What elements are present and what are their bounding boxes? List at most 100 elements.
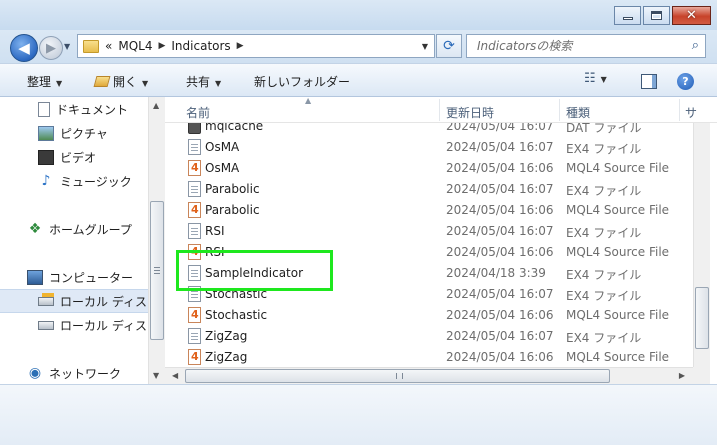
file-name: ZigZag <box>205 329 248 343</box>
breadcrumb-indicators[interactable]: Indicators <box>171 39 230 53</box>
file-type: EX4 ファイル <box>566 268 642 282</box>
change-view-button[interactable]: ☷ ▼ <box>584 71 607 86</box>
file-name: Parabolic <box>205 203 260 217</box>
file-list-vertical-scrollbar[interactable] <box>693 97 710 384</box>
scroll-up-icon[interactable]: ▲ <box>153 101 159 110</box>
column-divider[interactable] <box>439 99 440 121</box>
column-type[interactable]: 種類 <box>566 104 590 121</box>
file-row[interactable]: OsMA 2024/05/04 16:06 MQL4 Source File <box>165 157 695 178</box>
sidebar-item[interactable]: ローカル ディス <box>0 313 148 337</box>
open-menu[interactable]: 開く ▼ <box>93 73 149 90</box>
sidebar-item[interactable]: ◉ ネットワーク <box>0 361 148 384</box>
scrollbar-thumb[interactable] <box>695 287 709 349</box>
new-folder-button[interactable]: 新しいフォルダー <box>254 73 350 90</box>
file-row[interactable]: OsMA 2024/05/04 16:07 EX4 ファイル <box>165 136 695 157</box>
forward-button[interactable]: ▶ <box>39 36 63 60</box>
sidebar-item[interactable]: コンピューター <box>0 265 148 289</box>
preview-pane-button[interactable] <box>641 74 657 89</box>
close-button[interactable]: ✕ <box>672 6 711 25</box>
column-size[interactable]: サ <box>685 104 697 121</box>
file-type: MQL4 Source File <box>566 161 670 175</box>
organize-menu[interactable]: 整理 ▼ <box>27 73 62 90</box>
search-icon[interactable]: ⌕ <box>692 38 699 53</box>
file-row[interactable]: ZigZag 2024/05/04 16:06 MQL4 Source File <box>165 346 695 367</box>
local-disk-icon <box>38 320 54 330</box>
search-box[interactable]: ⌕ <box>466 34 706 58</box>
file-row[interactable]: Stochastic 2024/05/04 16:07 EX4 ファイル <box>165 283 695 304</box>
breadcrumb-separator-icon[interactable]: ▶ <box>158 41 165 51</box>
file-row[interactable]: Parabolic 2024/05/04 16:06 MQL4 Source Fil… <box>165 199 695 220</box>
file-list-horizontal-scrollbar[interactable]: ◀ ▶ <box>165 367 693 384</box>
address-dropdown-icon[interactable]: ▼ <box>422 42 428 51</box>
scrollbar-thumb[interactable] <box>185 369 610 383</box>
sidebar-item[interactable]: ♪ ミュージック <box>0 169 148 193</box>
file-row[interactable]: RSI 2024/05/04 16:07 EX4 ファイル <box>165 220 695 241</box>
scrollbar-thumb[interactable] <box>150 201 164 340</box>
ex4-file-icon <box>188 286 201 302</box>
forward-arrow-icon: ▶ <box>46 40 56 56</box>
grip-icon <box>396 373 403 379</box>
maximize-button[interactable] <box>643 6 670 25</box>
column-name[interactable]: 名前 <box>186 104 210 121</box>
scroll-down-icon[interactable]: ▼ <box>153 371 159 380</box>
sidebar-item[interactable]: ❖ ホームグループ <box>0 217 148 241</box>
back-button[interactable]: ◀ <box>10 34 38 62</box>
close-icon: ✕ <box>686 8 697 23</box>
sidebar-item[interactable]: ローカル ディス <box>0 289 148 313</box>
sidebar-item-label: ビデオ <box>60 150 97 165</box>
address-bar[interactable]: « MQL4 ▶ Indicators ▶ ▼ <box>77 34 435 58</box>
search-input[interactable] <box>467 35 672 57</box>
file-date: 2024/05/04 16:06 <box>446 245 554 259</box>
file-type: EX4 ファイル <box>566 184 642 198</box>
refresh-icon: ⟳ <box>443 38 455 54</box>
share-menu[interactable]: 共有 ▼ <box>186 73 221 90</box>
file-row[interactable]: Parabolic 2024/05/04 16:07 EX4 ファイル <box>165 178 695 199</box>
file-type: EX4 ファイル <box>566 142 642 156</box>
help-button[interactable]: ? <box>677 73 694 90</box>
music-icon: ♪ <box>41 173 51 189</box>
refresh-button[interactable]: ⟳ <box>436 34 462 58</box>
column-date[interactable]: 更新日時 <box>446 104 494 121</box>
column-divider[interactable] <box>559 99 560 121</box>
organize-label: 整理 <box>27 75 52 89</box>
new-folder-label: 新しいフォルダー <box>254 75 351 89</box>
chevron-down-icon: ▼ <box>56 79 63 88</box>
chevron-down-icon: ▼ <box>600 75 607 84</box>
scroll-left-icon[interactable]: ◀ <box>172 371 178 380</box>
file-type: MQL4 Source File <box>566 350 670 364</box>
breadcrumb-mql4[interactable]: MQL4 <box>118 39 152 53</box>
column-divider[interactable] <box>679 99 680 121</box>
file-type: EX4 ファイル <box>566 226 642 240</box>
document-icon <box>38 101 50 117</box>
file-row[interactable]: RSI 2024/05/04 16:06 MQL4 Source File <box>165 241 695 262</box>
mql4-source-file-icon <box>188 160 201 176</box>
file-date: 2024/05/04 16:06 <box>446 203 554 217</box>
computer-icon <box>27 269 43 285</box>
sidebar-item[interactable]: ビデオ <box>0 145 148 169</box>
file-row[interactable]: ZigZag 2024/05/04 16:07 EX4 ファイル <box>165 325 695 346</box>
scroll-right-icon[interactable]: ▶ <box>679 371 685 380</box>
sidebar-item-label: ホームグループ <box>49 222 132 237</box>
file-date: 2024/05/04 16:07 <box>446 224 554 238</box>
breadcrumb-overflow[interactable]: « <box>105 39 112 53</box>
chevron-down-icon: ▼ <box>142 79 149 88</box>
file-name: Parabolic <box>205 182 260 196</box>
scrollbar-corner <box>693 367 710 384</box>
file-name: Stochastic <box>205 308 268 322</box>
file-row[interactable]: Stochastic 2024/05/04 16:06 MQL4 Source Fi… <box>165 304 695 325</box>
file-name: OsMA <box>205 161 240 175</box>
minimize-button[interactable] <box>614 6 641 25</box>
recent-pages-dropdown[interactable]: ▼ <box>64 42 70 51</box>
navigation-scrollbar[interactable]: ▲ ▼ <box>148 97 165 384</box>
file-date: 2024/05/04 16:07 <box>446 140 554 154</box>
file-name: RSI <box>205 245 225 259</box>
file-name: OsMA <box>205 140 240 154</box>
breadcrumb-separator-icon[interactable]: ▶ <box>237 41 244 51</box>
video-icon <box>38 149 54 165</box>
sidebar-item[interactable]: ピクチャ <box>0 121 148 145</box>
file-row[interactable]: SampleIndicator 2024/04/18 3:39 EX4 ファイル <box>165 262 695 283</box>
sidebar-item[interactable]: ドキュメント <box>0 97 148 121</box>
sidebar-item-label: ローカル ディス <box>60 294 147 309</box>
file-name: ZigZag <box>205 350 248 364</box>
sort-ascending-icon: ▲ <box>305 97 312 105</box>
